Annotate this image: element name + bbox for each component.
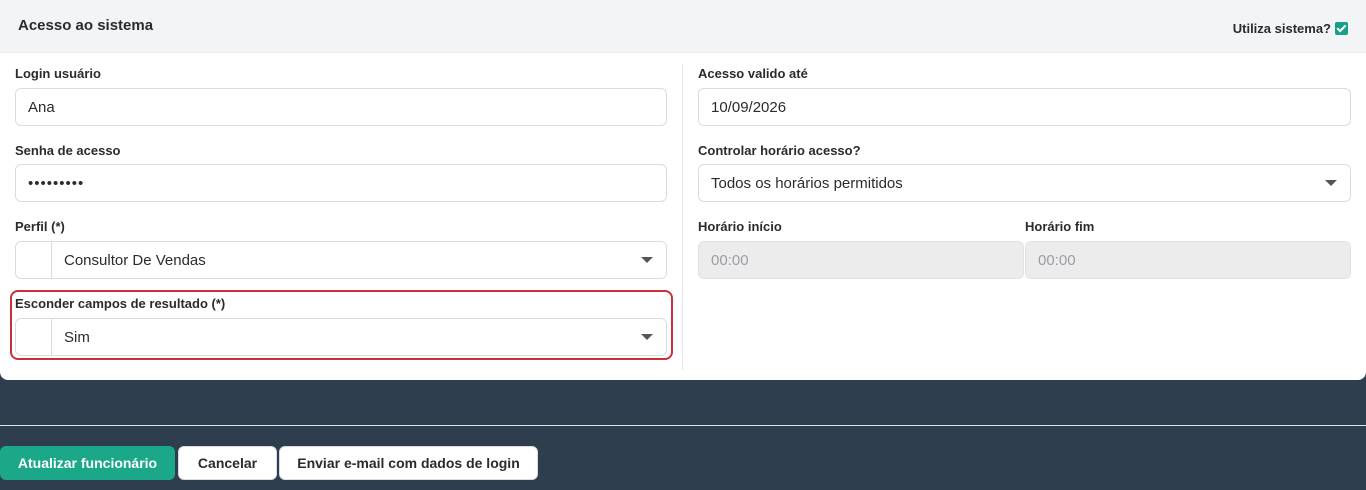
column-divider bbox=[682, 64, 683, 370]
utiliza-sistema-checkbox[interactable] bbox=[1335, 22, 1348, 35]
card-title: Acesso ao sistema bbox=[18, 17, 154, 34]
update-employee-button[interactable]: Atualizar funcionário bbox=[0, 446, 175, 480]
cancel-button[interactable]: Cancelar bbox=[178, 446, 277, 480]
esconder-label: Esconder campos de resultado (*) bbox=[15, 296, 226, 311]
acesso-date-input[interactable]: 10/09/2026 bbox=[698, 88, 1351, 126]
card-header: Acesso ao sistema Utiliza sistema? bbox=[0, 0, 1366, 53]
controlar-value: Todos os horários permitidos bbox=[711, 174, 903, 192]
inicio-placeholder: 00:00 bbox=[711, 251, 749, 269]
perfil-label: Perfil (*) bbox=[15, 219, 65, 234]
inicio-input[interactable]: 00:00 bbox=[698, 241, 1024, 279]
login-value: Ana bbox=[28, 98, 55, 116]
send-login-email-button[interactable]: Enviar e-mail com dados de login bbox=[279, 446, 538, 480]
access-card: Acesso ao sistema Utiliza sistema? Login… bbox=[0, 0, 1366, 380]
inicio-label: Horário início bbox=[698, 219, 782, 234]
chevron-down-icon bbox=[641, 334, 653, 340]
fim-input[interactable]: 00:00 bbox=[1025, 241, 1351, 279]
senha-input[interactable]: ••••••••• bbox=[15, 164, 667, 202]
senha-value: ••••••••• bbox=[28, 174, 85, 192]
senha-label: Senha de acesso bbox=[15, 143, 121, 158]
login-label: Login usuário bbox=[15, 66, 101, 81]
fim-placeholder: 00:00 bbox=[1038, 251, 1076, 269]
perfil-select[interactable]: Consultor De Vendas bbox=[15, 241, 667, 279]
utiliza-sistema-toggle: Utiliza sistema? bbox=[1233, 21, 1348, 36]
perfil-value: Consultor De Vendas bbox=[64, 251, 206, 269]
acesso-value: 10/09/2026 bbox=[711, 98, 787, 116]
chevron-down-icon bbox=[641, 257, 653, 263]
fim-label: Horário fim bbox=[1025, 219, 1095, 234]
controlar-select[interactable]: Todos os horários permitidos bbox=[698, 164, 1351, 202]
footer-divider bbox=[0, 425, 1366, 426]
esconder-select[interactable]: Sim bbox=[15, 318, 667, 356]
login-input[interactable]: Ana bbox=[15, 88, 667, 126]
esconder-value: Sim bbox=[64, 328, 90, 346]
perfil-prefix bbox=[16, 242, 52, 278]
acesso-label: Acesso valido até bbox=[698, 66, 808, 81]
utiliza-sistema-label: Utiliza sistema? bbox=[1232, 21, 1331, 36]
esconder-prefix bbox=[16, 319, 52, 355]
controlar-label: Controlar horário acesso? bbox=[698, 143, 861, 158]
chevron-down-icon bbox=[1325, 180, 1337, 186]
